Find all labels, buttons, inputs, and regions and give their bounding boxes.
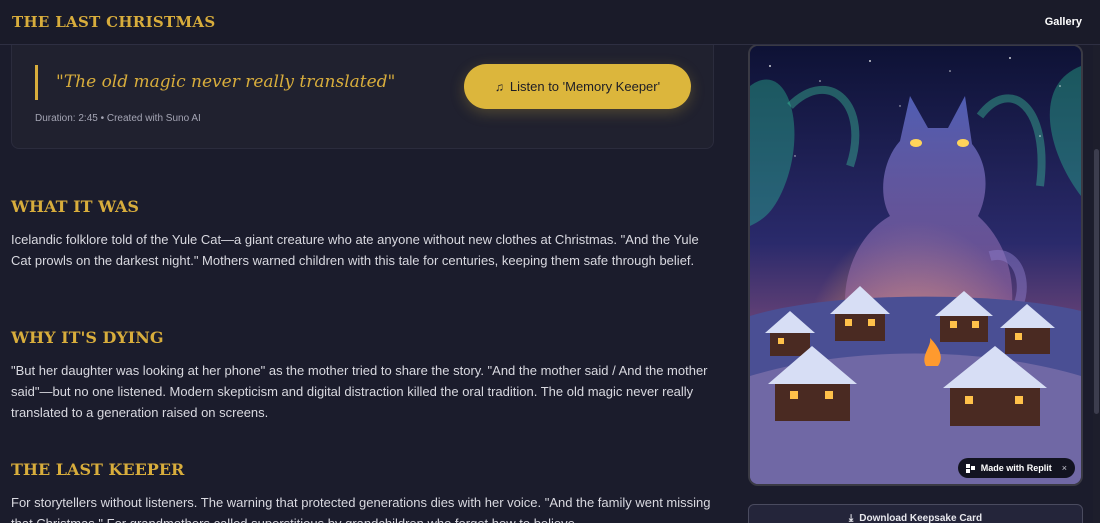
song-card: "The old magic never really translated" … — [11, 45, 714, 149]
music-note-icon: ♫ — [494, 79, 504, 94]
listen-button[interactable]: ♫ Listen to 'Memory Keeper' — [464, 64, 691, 109]
page-scrollbar[interactable] — [1093, 45, 1100, 523]
quote-accent-bar — [35, 65, 38, 100]
listen-button-label: Listen to 'Memory Keeper' — [509, 79, 661, 94]
section-title-the-last-keeper: THE LAST KEEPER — [11, 460, 185, 479]
made-with-replit-badge[interactable]: Made with Replit × — [957, 458, 1075, 478]
artwork-image: Made with Replit × — [748, 44, 1083, 486]
scrollbar-thumb[interactable] — [1094, 149, 1099, 414]
song-meta: Duration: 2:45 • Created with Suno AI — [35, 113, 201, 124]
main-content: "The old magic never really translated" … — [0, 45, 730, 523]
section-body-why-its-dying: "But her daughter was looking at her pho… — [11, 363, 708, 420]
song-quote: "The old magic never really translated" — [56, 72, 396, 92]
download-keepsake-button[interactable]: ⤓ Download Keepsake Card — [748, 504, 1083, 523]
section-body-what-it-was: Icelandic folklore told of the Yule Cat—… — [11, 232, 699, 268]
section-title-what-it-was: WHAT IT WAS — [11, 197, 139, 216]
download-button-label: Download Keepsake Card — [859, 513, 983, 523]
site-title[interactable]: THE LAST CHRISTMAS — [12, 13, 215, 31]
section-title-why-its-dying: WHY IT'S DYING — [11, 328, 164, 347]
made-with-replit-label: Made with Replit — [980, 463, 1052, 473]
replit-icon — [965, 463, 975, 473]
yule-cat-illustration — [750, 46, 1081, 484]
download-icon: ⤓ — [848, 513, 854, 523]
section-body-the-last-keeper: For storytellers without listeners. The … — [11, 495, 711, 523]
top-bar: THE LAST CHRISTMAS Gallery — [0, 0, 1100, 45]
nav-gallery-link[interactable]: Gallery — [1045, 16, 1082, 28]
close-icon[interactable]: × — [1062, 463, 1067, 473]
